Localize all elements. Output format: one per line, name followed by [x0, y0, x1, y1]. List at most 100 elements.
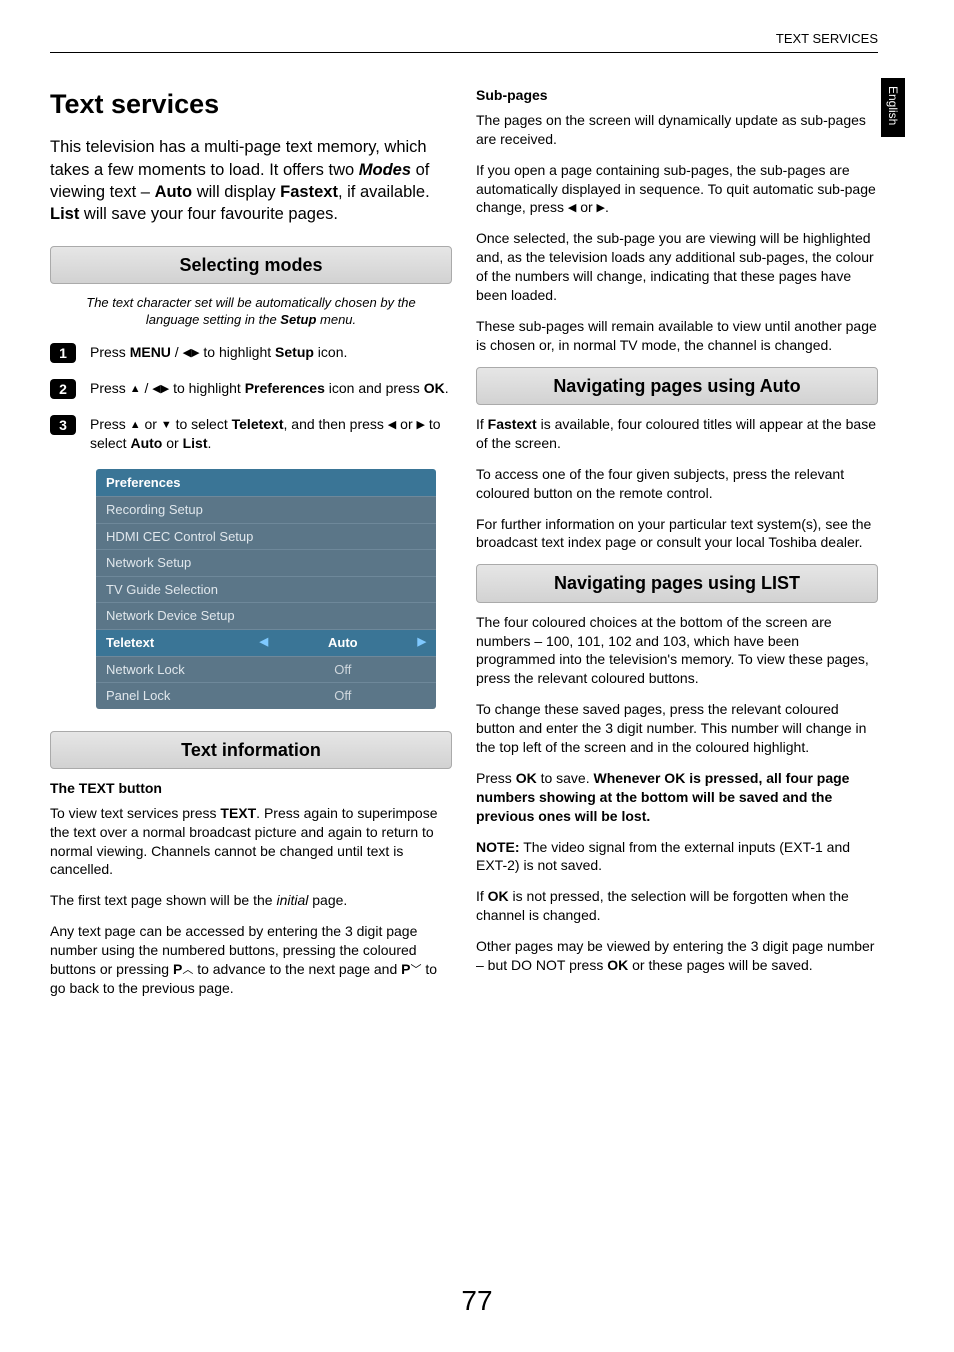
note-text: menu. — [316, 312, 356, 327]
paragraph: For further information on your particul… — [476, 515, 878, 553]
step-text: or — [141, 416, 161, 432]
body-text: Press — [476, 770, 516, 786]
left-arrow-icon: ◀ — [260, 635, 274, 650]
intro-fastext: Fastext — [280, 183, 338, 201]
body-text: If — [476, 416, 488, 432]
step-text: to select — [172, 416, 232, 432]
body-text: The video signal from the external input… — [476, 839, 850, 874]
paragraph: If Fastext is available, four coloured t… — [476, 415, 878, 453]
body-text: To view text services press — [50, 805, 220, 821]
body-text: or — [576, 199, 596, 215]
selecting-modes-note: The text character set will be automatic… — [50, 294, 452, 329]
paragraph: Any text page can be accessed by enterin… — [50, 922, 452, 998]
right-arrow-icon: ▶ — [417, 418, 425, 433]
page-content: Text services This television has a mult… — [50, 86, 878, 998]
menu-item-value: Auto — [274, 634, 412, 652]
left-arrow-icon: ◀ — [183, 346, 191, 361]
intro-list: List — [50, 205, 79, 223]
menu-header: Preferences — [96, 469, 436, 497]
setup-label: Setup — [275, 344, 314, 360]
body-text: or these pages will be saved. — [628, 957, 812, 973]
step-text: icon. — [314, 344, 347, 360]
language-tab: English — [881, 78, 905, 137]
body-text: page. — [308, 892, 347, 908]
menu-item-label: Teletext — [106, 634, 260, 652]
p-down-label: P — [401, 961, 410, 977]
ok-label: OK — [516, 770, 537, 786]
body-text: . — [605, 199, 609, 215]
teletext-label: Teletext — [232, 416, 284, 432]
section-nav-list: Navigating pages using LIST — [476, 564, 878, 602]
body-text: If you open a page containing sub-pages,… — [476, 162, 876, 216]
note-text: The text character set will be automatic… — [86, 295, 416, 328]
chevron-down-icon: ﹀ — [410, 963, 421, 978]
step-1-body: Press MENU / ◀▶ to highlight Setup icon. — [90, 343, 452, 363]
right-arrow-icon: ▶ — [412, 635, 426, 650]
menu-item-label: Panel Lock — [106, 687, 260, 705]
menu-item-value: Off — [260, 661, 426, 679]
step-text: or — [162, 435, 182, 451]
step-text: or — [396, 416, 416, 432]
section-selecting-modes: Selecting modes — [50, 246, 452, 284]
preferences-menu: Preferences Recording Setup HDMI CEC Con… — [96, 469, 436, 709]
note-label: NOTE: — [476, 839, 520, 855]
step-text: icon and press — [325, 380, 424, 396]
menu-label: MENU — [130, 344, 171, 360]
sub-pages-heading: Sub-pages — [476, 86, 878, 105]
menu-item-label: HDMI CEC Control Setup — [106, 528, 260, 546]
menu-row-tv-guide: TV Guide Selection — [96, 576, 436, 603]
paragraph: To change these saved pages, press the r… — [476, 700, 878, 757]
left-arrow-icon: ◀ — [388, 418, 396, 433]
step-text: Press — [90, 380, 130, 396]
down-arrow-icon: ▼ — [161, 418, 172, 433]
ok-label: OK — [607, 957, 628, 973]
paragraph: Press OK to save. Whenever OK is pressed… — [476, 769, 878, 826]
menu-item-label: Network Setup — [106, 554, 260, 572]
text-button-heading: The TEXT button — [50, 779, 452, 798]
paragraph: If you open a page containing sub-pages,… — [476, 161, 878, 218]
menu-row-hdmi-cec: HDMI CEC Control Setup — [96, 523, 436, 550]
step-text: Press — [90, 344, 130, 360]
body-text: to save. — [537, 770, 594, 786]
up-arrow-icon: ▲ — [130, 418, 141, 433]
step-1-number: 1 — [50, 343, 76, 363]
menu-item-label: Network Lock — [106, 661, 260, 679]
body-text: The first text page shown will be the — [50, 892, 276, 908]
step-2-number: 2 — [50, 379, 76, 399]
right-arrow-icon: ▶ — [597, 201, 605, 216]
text-button-label: TEXT — [220, 805, 256, 821]
menu-item-value: Off — [260, 687, 426, 705]
paragraph: The first text page shown will be the in… — [50, 891, 452, 910]
step-text: to highlight — [200, 344, 276, 360]
menu-row-network-lock: Network Lock Off — [96, 656, 436, 683]
page-title: Text services — [50, 86, 452, 122]
page-number: 77 — [0, 1282, 954, 1320]
paragraph: NOTE: The video signal from the external… — [476, 838, 878, 876]
ok-label: OK — [424, 380, 445, 396]
step-3: 3 Press ▲ or ▼ to select Teletext, and t… — [50, 415, 452, 453]
step-text: / — [171, 344, 183, 360]
section-nav-auto: Navigating pages using Auto — [476, 367, 878, 405]
intro-paragraph: This television has a multi-page text me… — [50, 136, 452, 225]
menu-row-network-setup: Network Setup — [96, 549, 436, 576]
body-text: to advance to the next page and — [193, 961, 401, 977]
menu-row-network-device: Network Device Setup — [96, 602, 436, 629]
header-section-label: TEXT SERVICES — [50, 30, 878, 53]
step-text: , and then press — [284, 416, 388, 432]
list-label: List — [183, 435, 208, 451]
intro-auto: Auto — [155, 183, 193, 201]
step-text: to highlight — [169, 380, 245, 396]
paragraph: The four coloured choices at the bottom … — [476, 613, 878, 689]
intro-modes: Modes — [359, 161, 411, 179]
menu-item-label: Network Device Setup — [106, 607, 260, 625]
paragraph: Once selected, the sub-page you are view… — [476, 229, 878, 305]
step-3-body: Press ▲ or ▼ to select Teletext, and the… — [90, 415, 452, 453]
paragraph: Other pages may be viewed by entering th… — [476, 937, 878, 975]
body-text: is available, four coloured titles will … — [476, 416, 876, 451]
menu-row-teletext: Teletext ◀ Auto ▶ — [96, 629, 436, 656]
intro-text: , if available. — [338, 183, 430, 201]
intro-text: will display — [192, 183, 280, 201]
initial-label: initial — [276, 892, 308, 908]
intro-text: will save your four favourite pages. — [79, 205, 338, 223]
paragraph: To view text services press TEXT. Press … — [50, 804, 452, 880]
